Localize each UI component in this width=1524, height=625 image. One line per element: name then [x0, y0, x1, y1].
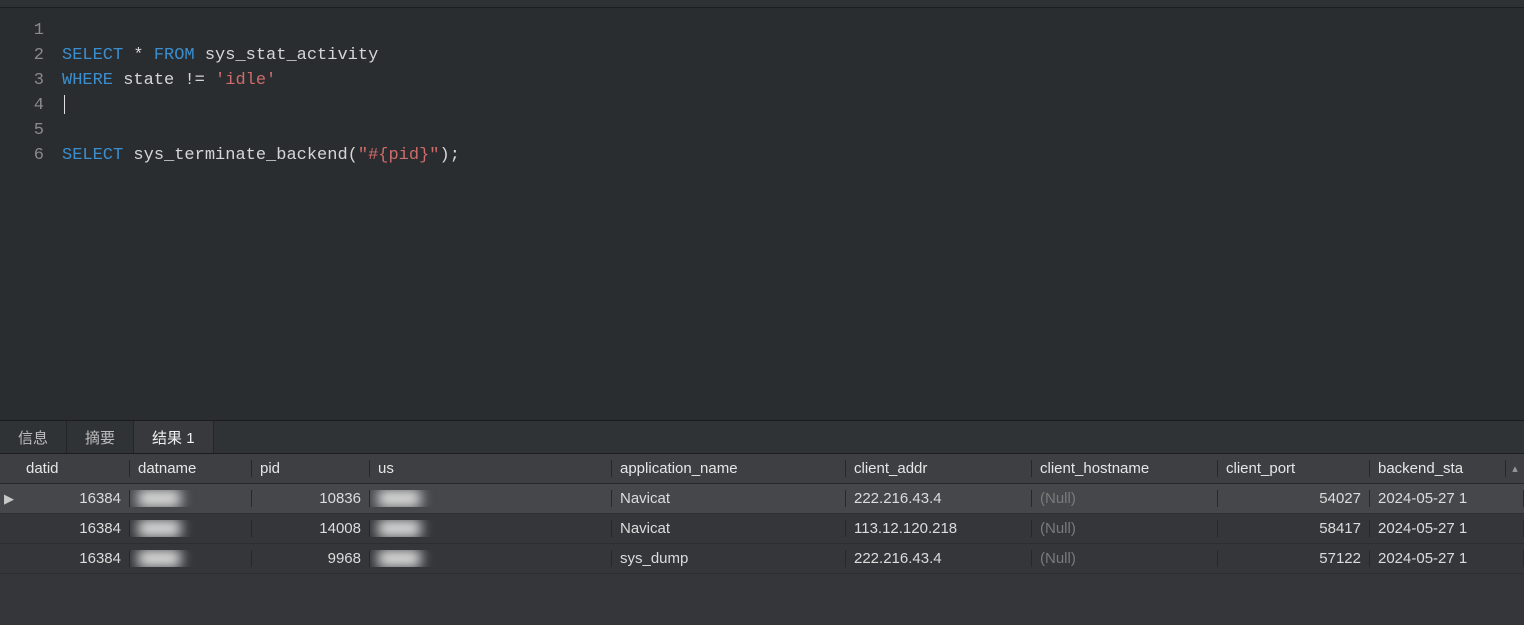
cell-client_port[interactable]: 54027 [1218, 490, 1370, 507]
line-number: 3 [0, 68, 44, 93]
column-header-datname[interactable]: datname [130, 460, 252, 477]
code-token: ) [440, 146, 450, 165]
redacted-value: ████ [138, 550, 181, 567]
cell-client_addr[interactable]: 222.216.43.4 [846, 490, 1032, 507]
cell-datname[interactable]: ████ [130, 520, 252, 537]
code-token: != [184, 71, 204, 90]
scroll-up-icon[interactable]: ▴ [1506, 462, 1524, 475]
code-token: SELECT [62, 146, 123, 165]
cell-pid[interactable]: 10836 [252, 490, 370, 507]
code-line[interactable] [62, 118, 1524, 143]
code-token [123, 46, 133, 65]
code-token: state [123, 71, 174, 90]
column-header-application_name[interactable]: application_name [612, 460, 846, 477]
redacted-value: ████ [138, 520, 181, 537]
tab-结果 1[interactable]: 结果 1 [134, 421, 214, 453]
sql-editor[interactable]: 123456 SELECT * FROM sys_stat_activityWH… [0, 8, 1524, 420]
code-token: FROM [154, 46, 195, 65]
results-body: ▶16384████10836████Navicat222.216.43.4(N… [0, 484, 1524, 574]
code-token [205, 71, 215, 90]
table-row[interactable]: 16384 ████ 9968 ████ sys_dump222.216.43.4(Nu… [0, 544, 1524, 574]
tab-摘要[interactable]: 摘要 [67, 421, 134, 453]
code-token: "#{pid}" [358, 146, 440, 165]
line-number: 5 [0, 118, 44, 143]
row-marker-icon: ▶ [0, 491, 18, 507]
cell-application_name[interactable]: Navicat [612, 520, 846, 537]
code-token [113, 71, 123, 90]
cell-us[interactable]: ████ [370, 520, 612, 537]
cell-pid[interactable]: 9968 [252, 550, 370, 567]
code-line[interactable]: SELECT * FROM sys_stat_activity [62, 43, 1524, 68]
code-token [195, 46, 205, 65]
cell-us[interactable]: ████ [370, 490, 612, 507]
code-token [174, 71, 184, 90]
code-token [144, 46, 154, 65]
column-header-us[interactable]: us [370, 460, 612, 477]
toolbar-strip [0, 0, 1524, 8]
redacted-value: ████ [378, 490, 421, 507]
code-token: 'idle' [215, 71, 276, 90]
column-header-datid[interactable]: datid [18, 460, 130, 477]
cell-client_port[interactable]: 57122 [1218, 550, 1370, 567]
code-token [123, 146, 133, 165]
line-number: 6 [0, 143, 44, 168]
column-header-client_addr[interactable]: client_addr [846, 460, 1032, 477]
code-line[interactable] [62, 18, 1524, 43]
code-token: sys_terminate_backend [133, 146, 347, 165]
redacted-value: ████ [378, 520, 421, 537]
redacted-value: ████ [378, 550, 421, 567]
results-panel: datiddatnamepidusapplication_nameclient_… [0, 454, 1524, 625]
cell-datname[interactable]: ████ [130, 550, 252, 567]
cell-backend_start[interactable]: 2024-05-27 1 [1370, 490, 1524, 507]
table-row[interactable]: 16384 ████ 14008 ████ Navicat113.12.120.218(… [0, 514, 1524, 544]
results-header-row: datiddatnamepidusapplication_nameclient_… [0, 454, 1524, 484]
cell-datid[interactable]: 16384 [18, 520, 130, 537]
line-number: 2 [0, 43, 44, 68]
code-token: WHERE [62, 71, 113, 90]
code-token: sys_stat_activity [205, 46, 378, 65]
line-number: 4 [0, 93, 44, 118]
column-header-backend_start[interactable]: backend_sta [1370, 460, 1506, 477]
column-header-pid[interactable]: pid [252, 460, 370, 477]
cell-datid[interactable]: 16384 [18, 550, 130, 567]
cell-application_name[interactable]: sys_dump [612, 550, 846, 567]
code-token: ( [348, 146, 358, 165]
code-token: SELECT [62, 46, 123, 65]
redacted-value: ████ [138, 490, 181, 507]
cell-pid[interactable]: 14008 [252, 520, 370, 537]
column-header-client_port[interactable]: client_port [1218, 460, 1370, 477]
cell-client_addr[interactable]: 222.216.43.4 [846, 550, 1032, 567]
line-number: 1 [0, 18, 44, 43]
text-cursor [64, 95, 65, 114]
code-token: * [133, 46, 143, 65]
cell-us[interactable]: ████ [370, 550, 612, 567]
tab-信息[interactable]: 信息 [0, 421, 67, 453]
code-token: ; [450, 146, 460, 165]
code-line[interactable]: WHERE state != 'idle' [62, 68, 1524, 93]
table-row[interactable]: ▶16384 ████ 10836 ████ Navicat222.216.43.4(N… [0, 484, 1524, 514]
results-tabs: 信息摘要结果 1 [0, 420, 1524, 454]
cell-datname[interactable]: ████ [130, 490, 252, 507]
sql-editor-code[interactable]: SELECT * FROM sys_stat_activityWHERE sta… [62, 18, 1524, 420]
sql-editor-gutter: 123456 [0, 18, 62, 420]
code-line[interactable] [62, 93, 1524, 118]
cell-backend_start[interactable]: 2024-05-27 1 [1370, 550, 1524, 567]
cell-client_hostname[interactable]: (Null) [1032, 520, 1218, 537]
cell-backend_start[interactable]: 2024-05-27 1 [1370, 520, 1524, 537]
column-header-client_hostname[interactable]: client_hostname [1032, 460, 1218, 477]
cell-client_hostname[interactable]: (Null) [1032, 490, 1218, 507]
cell-client_hostname[interactable]: (Null) [1032, 550, 1218, 567]
cell-datid[interactable]: 16384 [18, 490, 130, 507]
cell-client_port[interactable]: 58417 [1218, 520, 1370, 537]
cell-client_addr[interactable]: 113.12.120.218 [846, 520, 1032, 537]
code-line[interactable]: SELECT sys_terminate_backend("#{pid}"); [62, 143, 1524, 168]
cell-application_name[interactable]: Navicat [612, 490, 846, 507]
